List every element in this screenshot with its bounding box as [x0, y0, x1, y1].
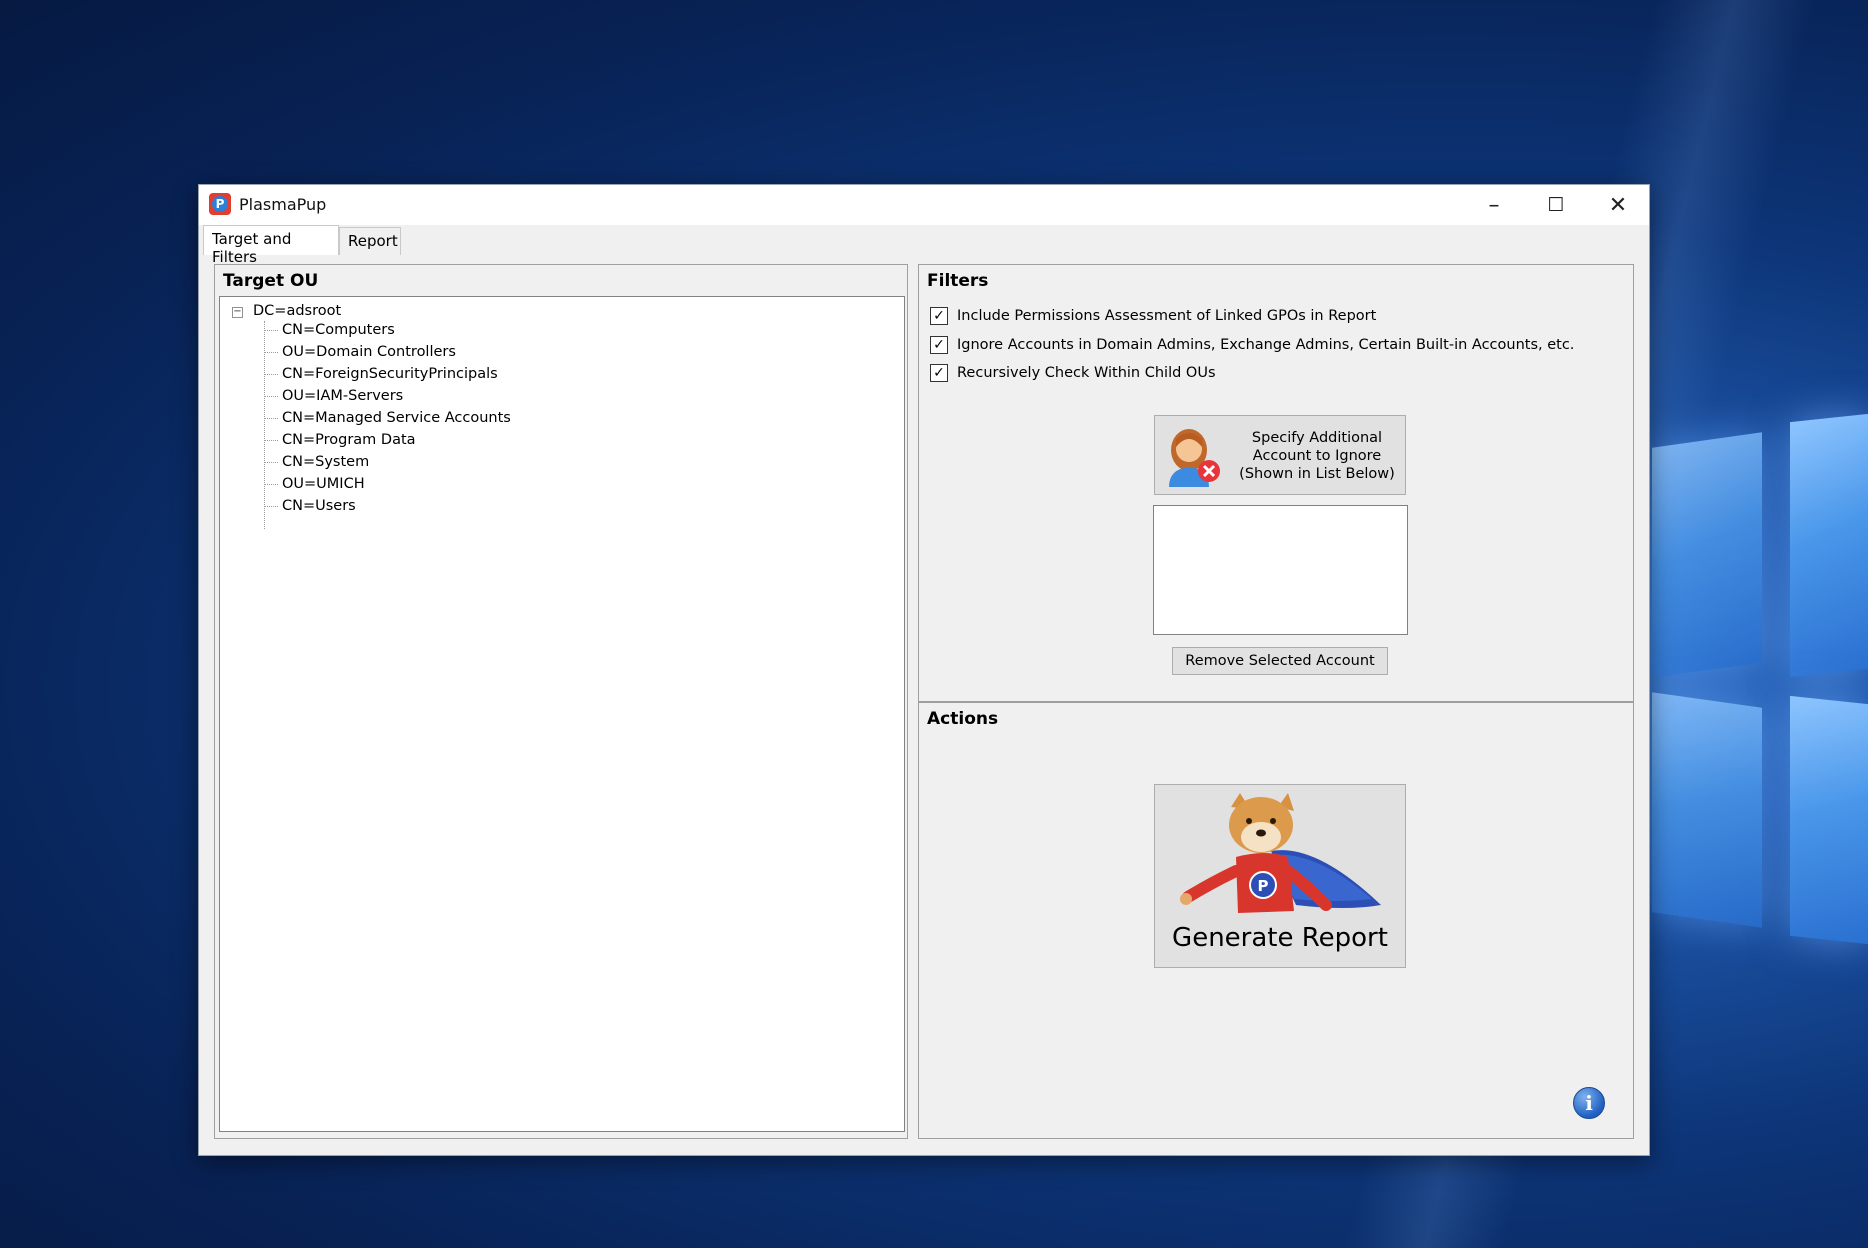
windows-logo-pane-bottom	[1790, 695, 1868, 945]
tree-node[interactable]: OU=UMICH	[264, 476, 365, 492]
tree-node[interactable]: CN=Computers	[264, 322, 395, 338]
plasmapup-app-icon: P	[209, 193, 231, 215]
specify-button-line: (Shown in List Below)	[1239, 466, 1395, 482]
specify-button-line: Account to Ignore	[1252, 448, 1382, 464]
specify-button-line: Specify Additional	[1251, 430, 1383, 446]
tree-root-node[interactable]: DC=adsroot	[253, 303, 341, 319]
app-window: P PlasmaPup – ☐ ✕ Target and Filters Rep…	[198, 184, 1650, 1156]
tree-node[interactable]: OU=Domain Controllers	[264, 344, 456, 360]
minimize-button[interactable]: –	[1463, 185, 1525, 225]
tree-node[interactable]: OU=IAM-Servers	[264, 388, 403, 404]
target-ou-heading: Target OU	[223, 271, 319, 291]
filter-option-label: Ignore Accounts in Domain Admins, Exchan…	[957, 337, 1575, 353]
remove-selected-account-button[interactable]: Remove Selected Account	[1172, 647, 1388, 675]
tree-node[interactable]: CN=Program Data	[264, 432, 416, 448]
maximize-button[interactable]: ☐	[1525, 185, 1587, 225]
specify-additional-account-button[interactable]: Specify Additional Account to Ignore (Sh…	[1154, 415, 1406, 495]
specify-button-label: Specify Additional Account to Ignore (Sh…	[1231, 429, 1403, 483]
filters-heading: Filters	[927, 271, 989, 291]
user-remove-icon	[1169, 429, 1220, 487]
checkbox[interactable]: ✓	[930, 336, 948, 354]
close-button[interactable]: ✕	[1587, 185, 1649, 225]
checkbox[interactable]: ✓	[930, 307, 948, 325]
tree-collapse-toggle[interactable]: −	[232, 307, 243, 318]
svg-text:P: P	[1258, 877, 1269, 895]
filter-option-label: Include Permissions Assessment of Linked…	[957, 308, 1377, 324]
tree-node[interactable]: CN=ForeignSecurityPrincipals	[264, 366, 498, 382]
tree-node[interactable]: CN=System	[264, 454, 369, 470]
ignored-accounts-list[interactable]	[1153, 505, 1408, 635]
filter-option-label: Recursively Check Within Child OUs	[957, 365, 1216, 381]
tab-report[interactable]: Report	[339, 227, 401, 255]
ou-tree-view[interactable]: − DC=adsroot CN=Computers OU=Domain Cont…	[219, 296, 905, 1132]
filter-option-linked-gpos[interactable]: ✓ Include Permissions Assessment of Link…	[930, 307, 1376, 325]
actions-heading: Actions	[927, 709, 999, 729]
checkbox[interactable]: ✓	[930, 364, 948, 382]
info-icon[interactable]: i	[1573, 1087, 1605, 1119]
windows-logo-pane-left-top	[1652, 432, 1762, 678]
tree-node[interactable]: CN=Managed Service Accounts	[264, 410, 511, 426]
close-icon: ✕	[1608, 192, 1628, 218]
filter-option-ignore-admins[interactable]: ✓ Ignore Accounts in Domain Admins, Exch…	[930, 336, 1574, 354]
filter-option-recursive[interactable]: ✓ Recursively Check Within Child OUs	[930, 364, 1216, 382]
generate-report-label: Generate Report	[1172, 923, 1388, 953]
doge-superhero-icon: P	[1180, 793, 1381, 913]
title-bar[interactable]: P PlasmaPup – ☐ ✕	[199, 185, 1649, 225]
windows-logo-pane-left-bottom	[1652, 692, 1762, 928]
tab-target-and-filters[interactable]: Target and Filters	[203, 225, 339, 266]
windows-logo-pane-top	[1790, 413, 1868, 678]
generate-report-button[interactable]: P Generate Report	[1154, 784, 1406, 968]
maximize-icon: ☐	[1547, 194, 1565, 216]
tree-node[interactable]: CN=Users	[264, 498, 356, 514]
minimize-icon: –	[1488, 192, 1500, 218]
window-title: PlasmaPup	[239, 195, 327, 214]
